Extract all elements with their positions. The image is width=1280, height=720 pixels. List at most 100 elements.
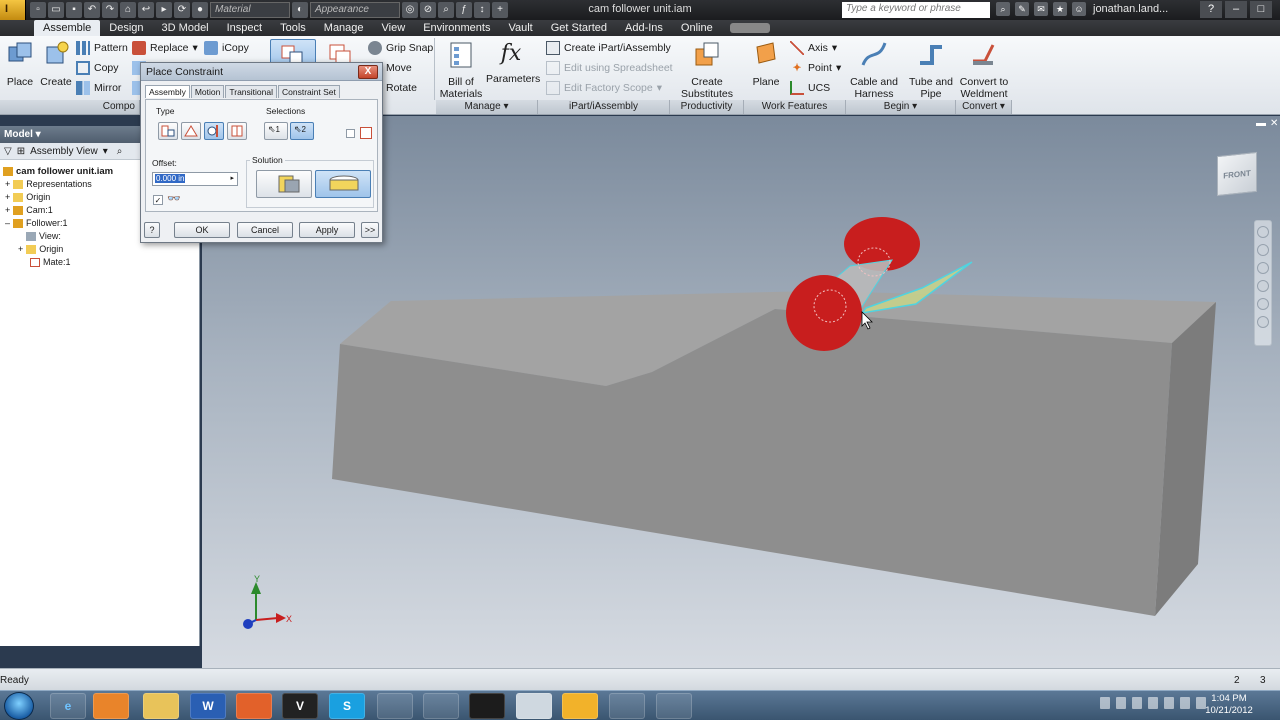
solution-outside-button[interactable] xyxy=(315,170,371,198)
clear-icon[interactable]: ⊘ xyxy=(420,2,436,18)
tree-item-follower[interactable]: – Follower:1 xyxy=(5,218,68,228)
selection-1-button[interactable]: ⇖1 xyxy=(264,122,288,140)
media-player-icon[interactable] xyxy=(93,693,129,719)
tab-online[interactable]: Online xyxy=(672,20,722,36)
minimize-button[interactable]: – xyxy=(1225,1,1247,18)
internet-explorer-icon[interactable]: e xyxy=(50,693,86,719)
tab-assemble[interactable]: Assemble xyxy=(34,20,101,36)
select-icon[interactable]: ▸ xyxy=(156,2,172,18)
mate-constraint-button[interactable] xyxy=(158,122,178,140)
tab-3d-model[interactable]: 3D Model xyxy=(153,20,218,36)
tab-constraint-set[interactable]: Constraint Set xyxy=(277,85,340,98)
tab-design[interactable]: Design xyxy=(100,20,152,36)
close-button[interactable]: X xyxy=(358,65,378,79)
tree-item-follower-origin[interactable]: + Origin xyxy=(18,244,63,254)
tab-manage[interactable]: Manage xyxy=(315,20,373,36)
convert-to-weldment-button[interactable]: Convert to Weldment xyxy=(958,39,1010,100)
cancel-button[interactable]: Cancel xyxy=(237,222,293,238)
component-panel-label[interactable]: Compo xyxy=(0,100,140,114)
angle-constraint-button[interactable] xyxy=(181,122,201,140)
expand-icon[interactable]: + xyxy=(5,192,10,202)
glasses-icon[interactable]: 👓 xyxy=(167,192,181,205)
begin-panel-label[interactable]: Begin ▾ xyxy=(846,100,956,114)
tab-motion[interactable]: Motion xyxy=(190,85,225,98)
chevron-right-icon[interactable]: ▸ xyxy=(230,173,234,185)
follower-front-wheel[interactable] xyxy=(786,275,862,351)
ok-button[interactable]: OK xyxy=(174,222,230,238)
copy-button[interactable]: Copy xyxy=(76,60,119,76)
favorites-icon[interactable]: ★ xyxy=(1053,2,1067,16)
volume-icon[interactable] xyxy=(1164,697,1174,709)
measure-icon[interactable]: ↕ xyxy=(474,2,490,18)
assembly-view-select[interactable]: Assembly View xyxy=(30,146,98,157)
show-preview-checkbox[interactable]: ✓ xyxy=(153,195,163,205)
apply-button[interactable]: Apply xyxy=(299,222,355,238)
tab-inspect[interactable]: Inspect xyxy=(218,20,271,36)
network-icon[interactable] xyxy=(1180,697,1190,709)
pick-part-first-icon[interactable] xyxy=(360,127,372,139)
offset-input[interactable]: 0.000 in ▸ xyxy=(152,172,238,186)
replace-button[interactable]: Replace ▾ xyxy=(132,40,198,56)
viewport-close-icon[interactable]: ✕ xyxy=(1270,118,1278,129)
app-icon-10[interactable] xyxy=(469,693,505,719)
user-name[interactable]: jonathan.land... xyxy=(1093,3,1168,15)
cable-and-harness-button[interactable]: Cable and Harness xyxy=(848,39,900,100)
selection-2-button[interactable]: ⇖2 xyxy=(290,122,314,140)
tray-icon-3[interactable] xyxy=(1132,697,1142,709)
search-input[interactable]: Type a keyword or phrase xyxy=(842,2,990,18)
find-icon[interactable]: ⌕ xyxy=(117,146,123,157)
appearance-select[interactable]: Appearance xyxy=(310,2,400,18)
tab-view[interactable]: View xyxy=(373,20,415,36)
clock[interactable]: 1:04 PM 10/21/2012 xyxy=(1198,693,1260,717)
update-icon[interactable]: ⟳ xyxy=(174,2,190,18)
filter-icon[interactable]: ▽ xyxy=(4,146,12,157)
tree-item-view[interactable]: View: xyxy=(26,231,61,241)
create-component-button[interactable]: Create xyxy=(40,39,72,88)
dialog-title[interactable]: Place Constraint xyxy=(141,63,382,81)
edit-factory-scope-button[interactable]: Edit Factory Scope ▾ xyxy=(546,80,662,96)
tree-item-mate[interactable]: Mate:1 xyxy=(30,257,71,267)
tab-transitional[interactable]: Transitional xyxy=(225,85,277,98)
tree-item-assembly[interactable]: cam follower unit.iam xyxy=(3,166,113,177)
orbit-icon[interactable] xyxy=(1257,280,1269,292)
parameters-button[interactable]: fx Parameters xyxy=(486,39,540,85)
axis-button[interactable]: Axis ▾ xyxy=(790,40,837,56)
bill-of-materials-button[interactable]: Bill of Materials xyxy=(438,39,484,100)
add-icon[interactable]: + xyxy=(492,2,508,18)
tangent-constraint-button[interactable] xyxy=(204,122,224,140)
return-icon[interactable]: ↩ xyxy=(138,2,154,18)
tree-item-origin[interactable]: + Origin xyxy=(5,192,50,202)
edit-spreadsheet-button[interactable]: Edit using Spreadsheet xyxy=(546,60,673,76)
help-icon[interactable]: ? xyxy=(1200,1,1222,18)
ipart-panel-label[interactable]: iPart/iAssembly xyxy=(538,100,670,114)
place-button[interactable]: Place xyxy=(4,39,36,88)
move-button[interactable]: Move xyxy=(386,60,412,76)
tab-add-ins[interactable]: Add-Ins xyxy=(616,20,672,36)
create-ipart-button[interactable]: Create iPart/iAssembly xyxy=(546,40,671,56)
grip-snap-button[interactable]: Grip Snap xyxy=(368,40,433,56)
tray-icon-1[interactable] xyxy=(1100,697,1110,709)
subscription-icon[interactable]: ✎ xyxy=(1015,2,1029,16)
more-button[interactable]: >> xyxy=(361,222,379,238)
tab-assembly[interactable]: Assembly xyxy=(145,85,190,98)
pattern-button[interactable]: Pattern xyxy=(76,40,128,56)
user-icon[interactable]: ☺ xyxy=(1072,2,1086,16)
pan-icon[interactable] xyxy=(1257,244,1269,256)
icopy-button[interactable]: iCopy xyxy=(204,40,249,56)
chevron-down-icon[interactable]: ▾ xyxy=(103,146,108,157)
undo-icon[interactable]: ↶ xyxy=(84,2,100,18)
create-substitutes-button[interactable]: Create Substitutes xyxy=(678,39,736,100)
word-icon[interactable]: W xyxy=(190,693,226,719)
view-cube[interactable]: FRONT xyxy=(1217,151,1257,197)
open-icon[interactable]: ▭ xyxy=(48,2,64,18)
manage-panel-label[interactable]: Manage ▾ xyxy=(436,100,538,114)
first-occurrence-checkbox[interactable] xyxy=(346,129,355,138)
mirror-button[interactable]: Mirror xyxy=(76,80,121,96)
nav-options-icon[interactable] xyxy=(1257,316,1269,328)
ribbon-minimize-toggle[interactable] xyxy=(729,23,770,33)
communication-icon[interactable]: ✉ xyxy=(1034,2,1048,16)
firefox-icon[interactable] xyxy=(236,693,272,719)
productivity-panel-label[interactable]: Productivity xyxy=(670,100,744,114)
ucs-button[interactable]: UCS xyxy=(790,80,830,96)
tab-environments[interactable]: Environments xyxy=(414,20,499,36)
